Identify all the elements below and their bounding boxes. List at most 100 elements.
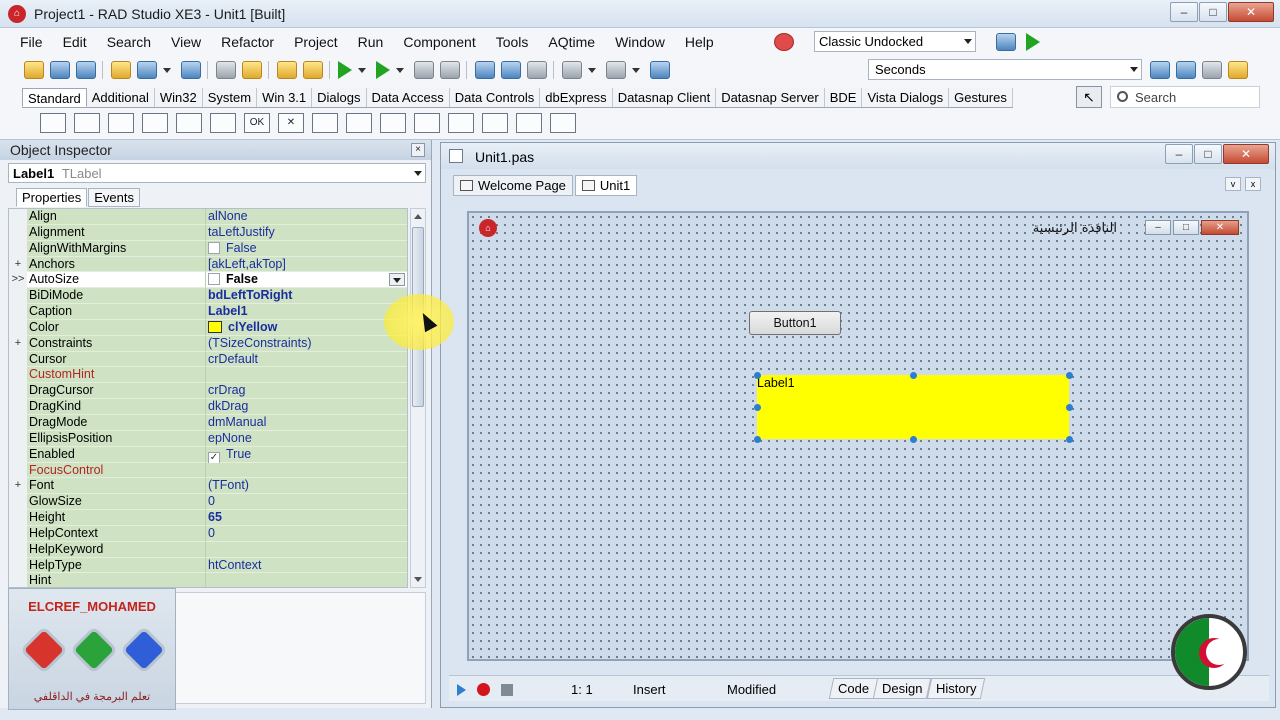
property-value[interactable]: (TSizeConstraints): [205, 335, 407, 352]
property-value[interactable]: alNone: [205, 209, 407, 225]
remove-from-project-icon[interactable]: [303, 61, 323, 79]
label1-component[interactable]: Label1: [757, 375, 1069, 439]
palette-tab-bde[interactable]: BDE: [824, 88, 863, 107]
property-value[interactable]: bdLeftToRight: [205, 288, 407, 305]
panel-tool-icon[interactable]: [516, 113, 542, 133]
palette-tab-additional[interactable]: Additional: [86, 88, 155, 107]
scroll-down-icon[interactable]: [414, 577, 422, 582]
tab-design[interactable]: Design: [872, 678, 932, 699]
open-icon[interactable]: [50, 61, 70, 79]
chevron-down-icon[interactable]: v: [1225, 177, 1241, 191]
popupmenu-icon[interactable]: [108, 113, 134, 133]
add-file-icon[interactable]: [242, 61, 262, 79]
property-value[interactable]: False: [205, 272, 407, 289]
stop-icon[interactable]: [440, 61, 460, 79]
property-row[interactable]: Cursor crDefault: [9, 351, 407, 368]
property-value[interactable]: [205, 573, 407, 587]
expand-icon[interactable]: +: [9, 335, 27, 352]
chevron-down-icon[interactable]: [358, 67, 366, 73]
palette-tab-datasnap-client[interactable]: Datasnap Client: [612, 88, 717, 107]
expand-icon[interactable]: +: [9, 478, 27, 495]
memo-tool-icon[interactable]: [210, 113, 236, 133]
profile-icon[interactable]: [1202, 61, 1222, 79]
property-value[interactable]: False: [205, 240, 407, 257]
tab-code[interactable]: Code: [828, 678, 879, 699]
forward-arrow-icon[interactable]: [606, 61, 626, 79]
palette-tab-dialogs[interactable]: Dialogs: [312, 88, 367, 107]
play-macro-icon[interactable]: [457, 684, 466, 696]
chevron-down-icon[interactable]: [588, 67, 596, 73]
property-value[interactable]: dkDrag: [205, 399, 407, 415]
property-value[interactable]: [205, 367, 407, 384]
property-value[interactable]: clYellow: [205, 319, 407, 336]
property-row[interactable]: Height 65: [9, 510, 407, 526]
menu-help[interactable]: Help: [685, 32, 714, 54]
save-desktop-icon[interactable]: [996, 33, 1016, 51]
button1-component[interactable]: Button1: [749, 311, 841, 335]
radiogroup-tool-icon[interactable]: [482, 113, 508, 133]
tools-icon[interactable]: [1176, 61, 1196, 79]
button-tool-icon[interactable]: OK: [244, 113, 270, 133]
property-row[interactable]: + Anchors [akLeft,akTop]: [9, 256, 407, 273]
property-value[interactable]: 0: [205, 525, 407, 542]
palette-tab-win32[interactable]: Win32: [154, 88, 203, 107]
property-row[interactable]: Caption Label1: [9, 304, 407, 320]
palette-tab-datasnap-server[interactable]: Datasnap Server: [716, 88, 825, 107]
trace-into-icon[interactable]: [475, 61, 495, 79]
mainmenu-icon[interactable]: [74, 113, 100, 133]
checkbox[interactable]: [208, 241, 220, 254]
property-row[interactable]: >> AutoSize False: [9, 272, 407, 289]
palette-tab-data-access[interactable]: Data Access: [366, 88, 450, 107]
property-value[interactable]: [205, 462, 407, 479]
property-row[interactable]: AlignWithMargins False: [9, 240, 407, 257]
resize-handle[interactable]: [910, 436, 917, 443]
property-row[interactable]: GlowSize 0: [9, 494, 407, 511]
property-value[interactable]: Label1: [205, 304, 407, 320]
maximize-button[interactable]: □: [1194, 144, 1222, 164]
property-row[interactable]: DragKind dkDrag: [9, 399, 407, 415]
tab-history[interactable]: History: [926, 678, 986, 699]
help-book-icon[interactable]: [650, 61, 670, 79]
resize-handle[interactable]: [1066, 404, 1073, 411]
property-value[interactable]: dmManual: [205, 414, 407, 431]
property-value[interactable]: [205, 541, 407, 558]
menu-edit[interactable]: Edit: [63, 32, 87, 54]
tab-properties[interactable]: Properties: [16, 188, 88, 207]
palette-tab-dbexpress[interactable]: dbExpress: [540, 88, 613, 107]
menu-aqtime[interactable]: AQtime: [548, 32, 595, 54]
property-value[interactable]: 0: [205, 494, 407, 511]
checkbox-tool-icon[interactable]: ✕: [278, 113, 304, 133]
tab-welcome-page[interactable]: Welcome Page: [453, 175, 573, 196]
property-row[interactable]: DragMode dmManual: [9, 414, 407, 431]
object-selector[interactable]: Label1 TLabel: [8, 163, 426, 183]
listbox-tool-icon[interactable]: [346, 113, 372, 133]
property-scrollbar[interactable]: [410, 208, 426, 588]
resize-handle[interactable]: [754, 404, 761, 411]
property-value[interactable]: crDrag: [205, 383, 407, 400]
frames-icon[interactable]: [40, 113, 66, 133]
palette-tab-vista-dialogs[interactable]: Vista Dialogs: [862, 88, 950, 107]
save-all-icon[interactable]: [216, 61, 236, 79]
palette-tab-system[interactable]: System: [202, 88, 258, 107]
app-icon[interactable]: ⌂: [8, 5, 26, 23]
property-value[interactable]: (TFont): [205, 478, 407, 495]
menu-window[interactable]: Window: [615, 32, 665, 54]
property-row[interactable]: CustomHint: [9, 367, 407, 384]
run-without-debugging-icon[interactable]: [376, 61, 390, 79]
record-macro-icon[interactable]: [477, 683, 490, 696]
new-icon[interactable]: [24, 61, 44, 79]
resize-handle[interactable]: [910, 372, 917, 379]
property-value[interactable]: [akLeft,akTop]: [205, 256, 407, 273]
property-row[interactable]: + Constraints (TSizeConstraints): [9, 335, 407, 352]
menu-view[interactable]: View: [171, 32, 201, 54]
palette-tab-standard[interactable]: Standard: [22, 88, 87, 107]
property-value[interactable]: 65: [205, 510, 407, 526]
close-tab-icon[interactable]: x: [1245, 177, 1261, 191]
add-to-project-icon[interactable]: [277, 61, 297, 79]
pause-icon[interactable]: [414, 61, 434, 79]
property-row[interactable]: DragCursor crDrag: [9, 383, 407, 400]
menu-refactor[interactable]: Refactor: [221, 32, 274, 54]
back-arrow-icon[interactable]: [562, 61, 582, 79]
property-row[interactable]: HelpType htContext: [9, 557, 407, 574]
property-row[interactable]: Align alNone: [9, 209, 407, 225]
